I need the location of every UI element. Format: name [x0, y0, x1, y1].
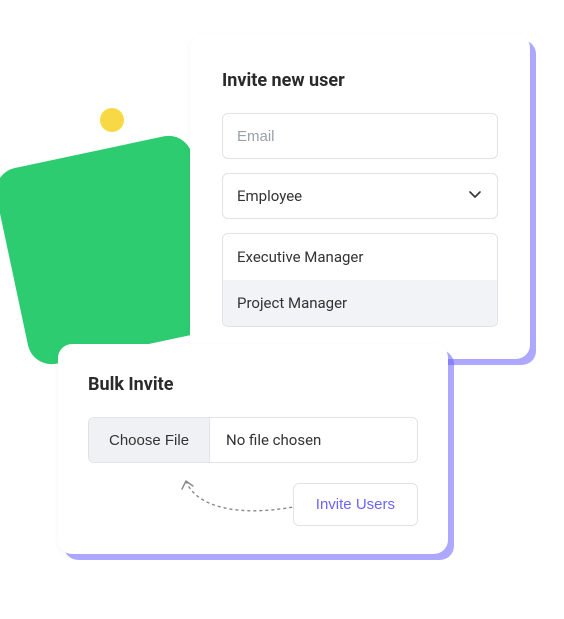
- bulk-card-title: Bulk Invite: [88, 374, 418, 395]
- role-option-executive-manager[interactable]: Executive Manager: [223, 234, 497, 280]
- decorative-yellow-dot: [100, 108, 124, 132]
- invite-card-title: Invite new user: [222, 70, 498, 91]
- bulk-bottom-row: Invite Users: [88, 483, 418, 526]
- invite-new-user-card: Invite new user Employee Executive Manag…: [190, 34, 530, 359]
- role-dropdown: Executive Manager Project Manager: [222, 233, 498, 327]
- file-chooser-row: Choose File No file chosen: [88, 417, 418, 463]
- file-status-text: No file chosen: [210, 418, 417, 462]
- bulk-invite-card: Bulk Invite Choose File No file chosen I…: [58, 344, 448, 554]
- role-select-value: Employee: [237, 187, 302, 205]
- chevron-down-icon: [467, 186, 483, 206]
- choose-file-button[interactable]: Choose File: [89, 418, 210, 462]
- role-option-project-manager[interactable]: Project Manager: [223, 280, 497, 326]
- email-input[interactable]: [222, 113, 498, 159]
- curved-arrow-icon: [178, 477, 298, 527]
- role-select[interactable]: Employee: [222, 173, 498, 219]
- invite-users-button[interactable]: Invite Users: [293, 483, 418, 526]
